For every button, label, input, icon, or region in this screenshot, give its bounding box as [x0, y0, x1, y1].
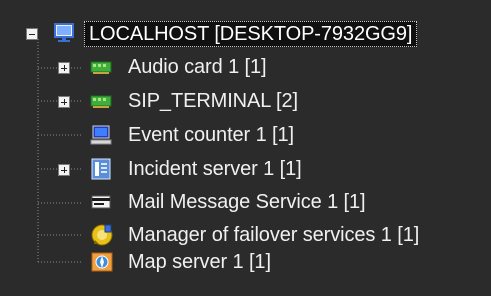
tree-item-audio-card[interactable]: Audio card 1 [1] — [0, 50, 491, 86]
tree-item-event-counter[interactable]: Event counter 1 [1] — [0, 118, 491, 154]
tree-item-label: Mail Message Service 1 [1] — [128, 191, 366, 213]
tree-item-label: SIP_TERMINAL [2] — [128, 90, 298, 112]
tree-item-label: Manager of failover services 1 [1] — [128, 224, 420, 246]
tree-item-label: Audio card 1 [1] — [128, 56, 267, 78]
tree-item-incident-server[interactable]: Incident server 1 [1] — [0, 152, 491, 188]
object-tree-panel: LOCALHOST [DESKTOP-7932GG9] Audio card 1… — [0, 0, 491, 296]
tree-item-mail-message-service[interactable]: Mail Message Service 1 [1] — [0, 185, 491, 221]
tree-item-label: Incident server 1 [1] — [128, 158, 302, 180]
tree-item-map-server[interactable]: Map server 1 [1] — [0, 246, 491, 282]
tree-item-label: Event counter 1 [1] — [128, 124, 294, 146]
expand-toggle-icon[interactable] — [58, 62, 70, 74]
expand-toggle-icon[interactable] — [58, 96, 70, 108]
audio-card-icon — [90, 56, 112, 78]
expand-toggle-icon[interactable] — [58, 164, 70, 176]
tree-item-sip-terminal[interactable]: SIP_TERMINAL [2] — [0, 84, 491, 120]
collapse-toggle-icon[interactable] — [26, 28, 38, 40]
sip-terminal-icon — [90, 90, 112, 112]
failover-manager-icon — [90, 223, 113, 246]
tree-item-label: Map server 1 [1] — [128, 251, 271, 273]
tree-root-label[interactable]: LOCALHOST [DESKTOP-7932GG9] — [84, 21, 418, 47]
mail-icon — [90, 191, 112, 213]
incident-server-icon — [90, 158, 112, 180]
computer-icon — [90, 124, 112, 146]
monitor-icon — [53, 22, 75, 44]
tree-root-node[interactable]: LOCALHOST [DESKTOP-7932GG9] — [0, 16, 491, 52]
map-server-icon — [90, 250, 113, 272]
